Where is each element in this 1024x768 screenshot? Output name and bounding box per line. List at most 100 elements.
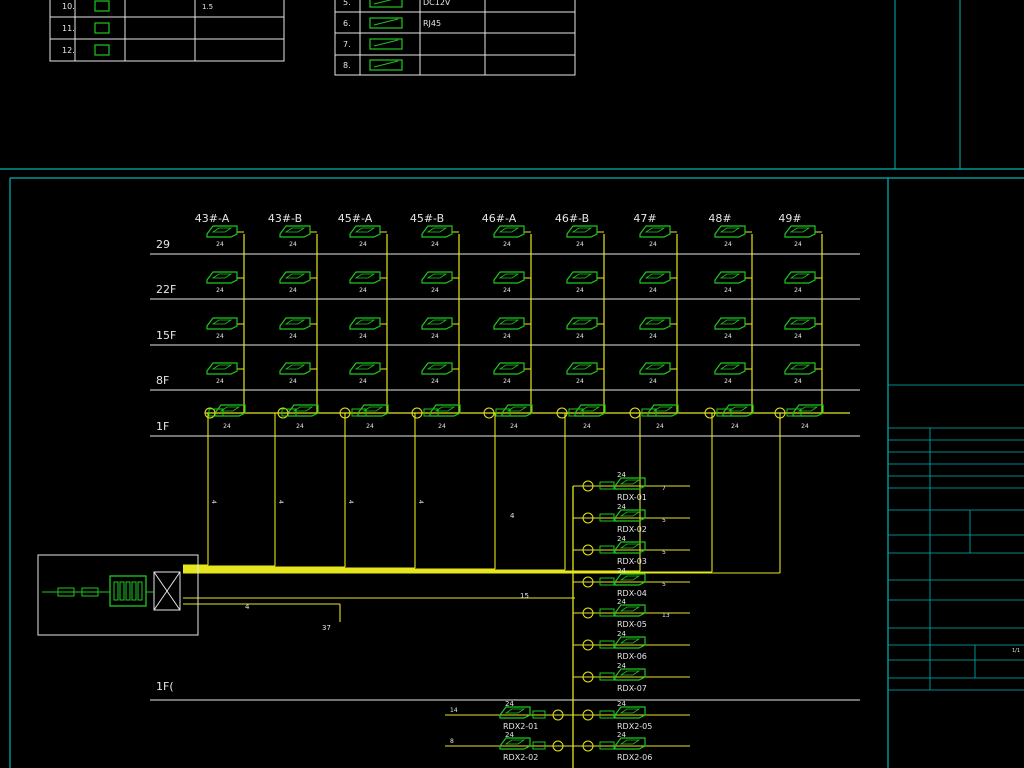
network-switch-icon [279, 225, 311, 238]
building-label: 49# [778, 212, 801, 225]
switch-top [571, 227, 593, 233]
switch-top [719, 227, 741, 233]
network-switch-icon [566, 362, 598, 375]
switch-top [571, 319, 593, 325]
switch-top [498, 319, 520, 325]
legend-tables: 10. 1.5 11. 12. 5. DC12V 6. RJ45 7. 8. [49, 0, 576, 76]
legend-symbol-stroke [373, 39, 399, 47]
switch-label: 24 [649, 378, 657, 385]
network-switch-icon [349, 362, 381, 375]
cable-label: 15 [520, 592, 529, 600]
switch-top [571, 273, 593, 279]
network-switch-icon [614, 737, 646, 750]
switch-label: 24 [223, 423, 231, 430]
switch-label: 24 [289, 333, 297, 340]
network-switch-icon [206, 317, 238, 330]
switch-label: 24 [583, 423, 591, 430]
legend-left-table [49, 0, 285, 62]
switch-label: 24 [576, 378, 584, 385]
legend-symbol-icon [94, 44, 110, 56]
switch-top [619, 479, 641, 485]
switch-label: 24 [794, 378, 802, 385]
building-label: 43#-B [268, 212, 302, 225]
switch-label: 24 [503, 378, 511, 385]
switch-top [619, 543, 641, 549]
switch-top [211, 273, 233, 279]
network-switch-icon [784, 317, 816, 330]
switch-top [619, 638, 641, 644]
switch-label: 24 [724, 287, 732, 294]
switch-label: 24 [216, 241, 224, 248]
switch-devices [204, 225, 824, 419]
rdx-switch-label: 24 [617, 630, 626, 638]
network-switch-icon [566, 225, 598, 238]
rdx-label: RDX-02 [617, 525, 647, 534]
network-switch-icon [639, 362, 671, 375]
network-switch-icon [574, 404, 606, 417]
switch-label: 24 [503, 333, 511, 340]
network-switch-icon [279, 362, 311, 375]
cable-label: 4 [245, 603, 250, 611]
legend-right-table [334, 0, 576, 76]
switch-label: 24 [289, 287, 297, 294]
network-switch-icon [499, 737, 531, 750]
cable-label: 4 [417, 500, 424, 504]
rdx-count: 7 [662, 485, 666, 492]
network-switch-icon [784, 225, 816, 238]
switch-label: 24 [438, 423, 446, 430]
network-switch-icon [206, 362, 238, 375]
legend-left-num: 12. [62, 46, 75, 55]
legend-symbol-stroke [373, 18, 399, 26]
rdx-count: 8 [450, 738, 454, 745]
network-switch-icon [493, 225, 525, 238]
rdx-switch-label: 24 [617, 598, 626, 606]
rdx-label: RDX-04 [617, 589, 647, 598]
switch-top [284, 227, 306, 233]
switch-top [354, 227, 376, 233]
switch-top [619, 739, 641, 745]
legend-right-label: RJ45 [423, 19, 441, 28]
switch-top [506, 406, 528, 412]
rdx-label: RDX-06 [617, 652, 647, 661]
network-switch-icon [639, 225, 671, 238]
switch-label: 24 [649, 287, 657, 294]
network-switch-icon [421, 362, 453, 375]
switch-label: 24 [724, 333, 732, 340]
switch-top [644, 227, 666, 233]
rdx-switch-label: 24 [617, 731, 626, 739]
switch-label: 24 [431, 378, 439, 385]
switch-top [644, 364, 666, 370]
network-switch-icon [357, 404, 389, 417]
switch-top [426, 364, 448, 370]
network-switch-icon [566, 271, 598, 284]
network-switch-icon [614, 604, 646, 617]
switch-top [354, 319, 376, 325]
rdx-label: RDX2-02 [503, 753, 538, 762]
legend-symbol-stroke [373, 60, 399, 68]
switch-top [619, 575, 641, 581]
network-switch-icon [614, 573, 646, 586]
switch-top [644, 273, 666, 279]
switch-label: 24 [431, 333, 439, 340]
network-switch-icon [279, 317, 311, 330]
switch-top [619, 708, 641, 714]
network-switch-icon [784, 362, 816, 375]
switch-top [727, 406, 749, 412]
switch-top [719, 364, 741, 370]
rdx-count: 5 [662, 549, 666, 556]
network-switch-icon [639, 317, 671, 330]
switch-top [362, 406, 384, 412]
network-switch-icon [499, 706, 531, 719]
switch-label: 24 [359, 287, 367, 294]
switch-top [504, 708, 526, 714]
switch-top [284, 273, 306, 279]
network-switch-icon [566, 317, 598, 330]
switch-top [211, 319, 233, 325]
switch-label: 24 [366, 423, 374, 430]
building-label: 46#-B [555, 212, 589, 225]
network-switch-icon [493, 362, 525, 375]
legend-left-note: 1.5 [202, 3, 213, 11]
switch-top [498, 227, 520, 233]
switch-label: 24 [724, 241, 732, 248]
module-icon [119, 581, 125, 601]
